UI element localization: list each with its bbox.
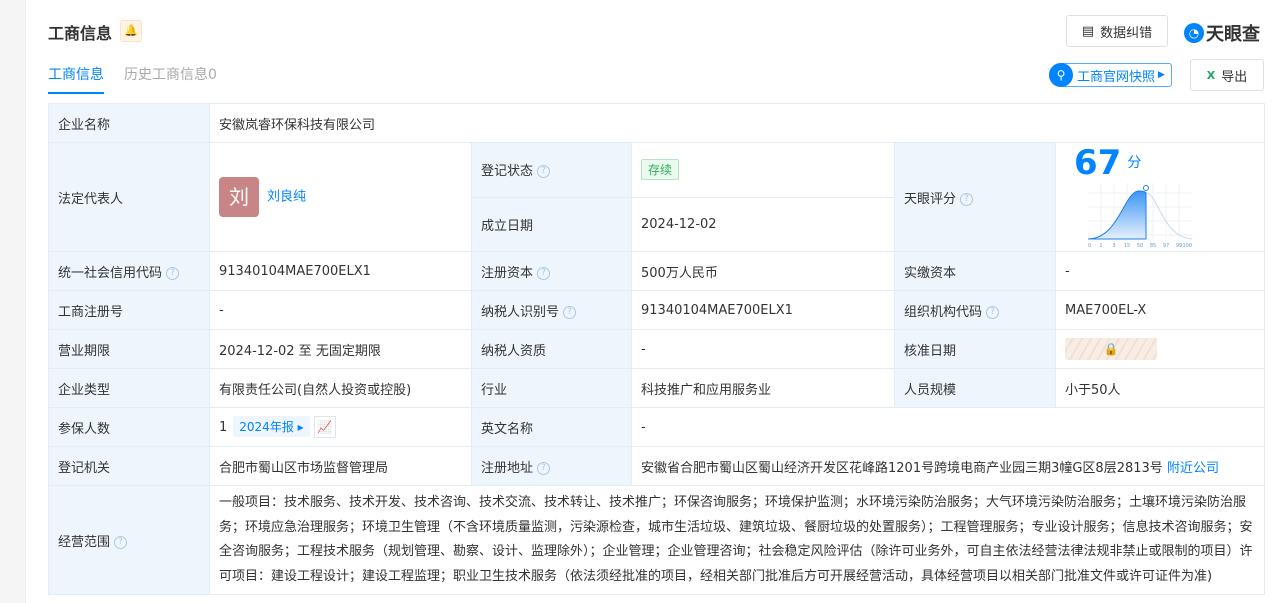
label: 成立日期 — [471, 196, 632, 252]
label: 营业期限 — [48, 329, 210, 369]
label: 登记状态 — [481, 164, 534, 180]
help-icon[interactable]: ? — [563, 305, 577, 319]
label: 注册资本 — [481, 265, 534, 281]
label: 核准日期 — [894, 329, 1056, 369]
business-term: 2024-12-02 至 无固定期限 — [209, 329, 472, 369]
label: 登记机关 — [48, 446, 210, 486]
registered-address: 安徽省合肥市蜀山区蜀山经济开发区花峰路1201号跨境电商产业园三期3幢G区8层2… — [641, 460, 1163, 476]
annual-report-link[interactable]: 2024年报 ▸ — [233, 415, 310, 437]
nearby-companies-link[interactable]: 附近公司 — [1167, 461, 1219, 476]
axis-tick-label: 97 — [1163, 243, 1169, 249]
excel-icon: X — [1206, 68, 1216, 82]
label: 行业 — [471, 368, 632, 408]
label: 企业类型 — [48, 368, 210, 408]
axis-tick-label: 50 — [1137, 243, 1143, 249]
help-icon[interactable]: ? — [537, 165, 551, 179]
english-name: - — [630, 407, 1266, 447]
document-icon: ▤ — [1081, 23, 1095, 39]
stamp-icon: ⚲ — [1049, 62, 1073, 87]
avatar: 刘 — [219, 177, 259, 217]
axis-tick-label: 99 — [1176, 243, 1182, 249]
label: 人员规模 — [894, 368, 1056, 408]
label: 统一社会信用代码 — [58, 265, 163, 281]
axis-tick-label: 100 — [1182, 243, 1192, 249]
label: 企业名称 — [48, 103, 210, 143]
axis-tick-label: 15 — [1124, 243, 1130, 249]
score-value: 67 — [1074, 143, 1122, 183]
score-marker — [1143, 185, 1149, 191]
axis-tick-label: 1 — [1099, 243, 1102, 249]
logo-icon: ◔ — [1184, 23, 1204, 43]
insured-count: 1 — [219, 419, 228, 435]
help-icon[interactable]: ? — [537, 461, 551, 475]
registration-authority: 合肥市蜀山区市场监督管理局 — [209, 446, 472, 486]
credit-code: 91340104MAE700ELX1 — [209, 251, 472, 291]
label: 纳税人资质 — [471, 329, 632, 369]
curve-fill — [1087, 190, 1147, 240]
help-icon[interactable]: ? — [960, 192, 974, 206]
brand-logo: ◔ 天眼查 — [1184, 20, 1260, 46]
label: 经营范围 — [58, 534, 111, 550]
taxpayer-qualification: - — [631, 329, 895, 369]
caret-right-icon: ▶ — [1158, 70, 1165, 80]
taxpayer-id: 91340104MAE700ELX1 — [631, 290, 895, 330]
legal-rep-link[interactable]: 刘良纯 — [267, 190, 306, 205]
tab-business-info[interactable]: 工商信息 — [48, 64, 104, 94]
score-distribution-chart[interactable]: 0 1 3 15 50 85 97 99 100 — [1087, 183, 1196, 251]
export-button[interactable]: X 导出 — [1190, 59, 1264, 91]
label: 注册地址 — [481, 460, 534, 476]
axis-tick-label: 3 — [1112, 243, 1115, 249]
score-unit: 分 — [1127, 154, 1142, 171]
label: 英文名称 — [471, 407, 632, 447]
data-correction-button[interactable]: ▤ 数据纠错 — [1066, 15, 1168, 47]
business-info-table: 企业名称 安徽岚睿环保科技有限公司 法定代表人 刘刘良纯 登记状态? 存续 天眼评… — [48, 103, 1266, 595]
status-badge: 存续 — [641, 159, 680, 181]
company-type: 有限责任公司(自然人投资或控股) — [209, 368, 472, 408]
paid-capital: - — [1054, 251, 1266, 291]
help-icon[interactable]: ? — [114, 535, 128, 549]
snapshot-button[interactable]: ⚲ 工商官网快照 ▶ — [1049, 62, 1172, 87]
label: 天眼评分 — [904, 191, 957, 207]
help-icon[interactable]: ? — [537, 266, 551, 280]
trend-chart-icon[interactable]: 📈 — [313, 416, 336, 439]
label: 实缴资本 — [894, 251, 1056, 291]
label: 组织机构代码 — [904, 304, 983, 320]
help-icon[interactable]: ? — [986, 305, 1000, 319]
tab-history[interactable]: 历史工商信息0 — [124, 64, 217, 94]
lock-icon[interactable]: 🔒 — [1065, 338, 1157, 360]
left-sidebar-strip — [0, 0, 26, 603]
business-scope: 一般项目：技术服务、技术开发、技术咨询、技术交流、技术转让、技术推广；环保咨询服… — [208, 485, 1266, 595]
section-title: 工商信息 — [48, 24, 113, 43]
label: 参保人数 — [48, 407, 210, 447]
reg-capital: 500万人民币 — [631, 251, 895, 291]
help-icon[interactable]: ? — [166, 266, 180, 280]
bell-icon[interactable]: 🔔 — [120, 20, 142, 42]
company-name: 安徽岚睿环保科技有限公司 — [208, 103, 1266, 143]
reg-no: - — [209, 290, 472, 330]
staff-size: 小于50人 — [1054, 368, 1266, 408]
axis-tick-label: 0 — [1088, 243, 1091, 249]
label: 纳税人识别号 — [481, 304, 560, 320]
label: 法定代表人 — [48, 142, 210, 252]
axis-tick-label: 85 — [1150, 243, 1156, 249]
label: 工商注册号 — [48, 290, 210, 330]
tabs: 工商信息 历史工商信息0 — [48, 64, 217, 94]
org-code: MAE700EL-X — [1054, 290, 1266, 330]
found-date: 2024-12-02 — [631, 196, 895, 252]
industry: 科技推广和应用服务业 — [631, 368, 895, 408]
